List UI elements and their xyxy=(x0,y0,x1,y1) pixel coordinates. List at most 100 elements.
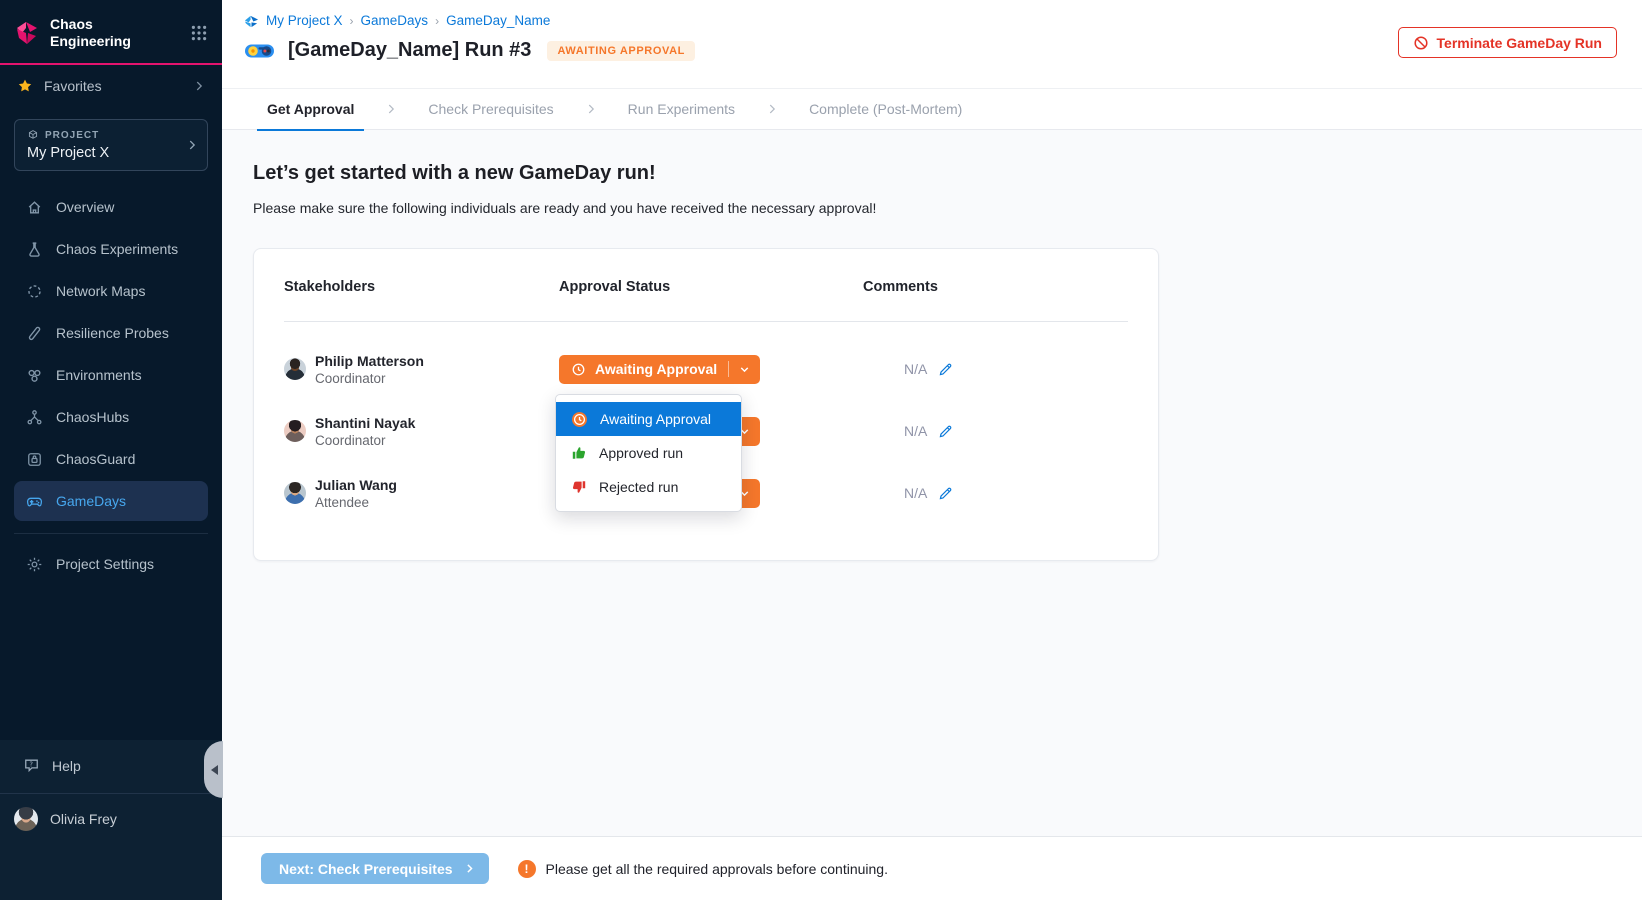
breadcrumb-gameday-name[interactable]: GameDay_Name xyxy=(446,13,550,28)
sidebar-item-help[interactable]: ? Help xyxy=(0,740,222,787)
sidebar-item-project-settings[interactable]: Project Settings xyxy=(14,544,208,584)
tab-get-approval[interactable]: Get Approval xyxy=(257,89,364,130)
page-header: My Project X › GameDays › GameDay_Name [… xyxy=(222,0,1642,88)
chevron-right-icon xyxy=(185,138,199,152)
breadcrumb-gamedays[interactable]: GameDays xyxy=(361,13,429,28)
chevron-right-icon xyxy=(384,102,398,116)
sidebar-item-network-maps[interactable]: Network Maps xyxy=(14,271,208,311)
column-approval-status: Approval Status xyxy=(559,279,863,295)
breadcrumb-separator: › xyxy=(350,14,354,28)
content-heading: Let’s get started with a new GameDay run… xyxy=(253,162,1642,185)
content: Let’s get started with a new GameDay run… xyxy=(222,130,1642,836)
user-profile[interactable]: Olivia Frey xyxy=(0,794,222,831)
stakeholder-role: Coordinator xyxy=(315,433,415,448)
sidebar-item-chaoshubs[interactable]: ChaosHubs xyxy=(14,397,208,437)
comment-cell: N/A xyxy=(863,423,1128,439)
sidebar-item-favorites[interactable]: Favorites xyxy=(0,65,222,105)
stakeholder-role: Attendee xyxy=(315,495,397,510)
sidebar-item-chaosguard[interactable]: ChaosGuard xyxy=(14,439,208,479)
chaos-engineering-logo-icon xyxy=(14,20,40,46)
comment-value: N/A xyxy=(904,485,927,501)
stakeholder-name: Shantini Nayak xyxy=(315,414,415,433)
menu-item-rejected-run[interactable]: Rejected run xyxy=(556,470,741,504)
edit-comment-icon[interactable] xyxy=(938,362,953,377)
breadcrumb: My Project X › GameDays › GameDay_Name xyxy=(244,13,1618,28)
chevron-right-icon xyxy=(192,79,206,93)
stakeholder-name: Philip Matterson xyxy=(315,352,424,371)
thumbs-down-icon xyxy=(571,479,587,495)
hub-network-icon xyxy=(26,409,43,426)
button-divider xyxy=(728,361,729,377)
awaiting-clock-icon xyxy=(571,411,588,428)
tab-run-experiments[interactable]: Run Experiments xyxy=(618,89,745,130)
status-badge: AWAITING APPROVAL xyxy=(547,41,695,61)
avatar xyxy=(284,358,306,380)
star-icon xyxy=(17,78,33,94)
footer-action-bar: Next: Check Prerequisites ! Please get a… xyxy=(222,836,1642,900)
chevron-right-icon xyxy=(765,102,779,116)
comment-value: N/A xyxy=(904,361,927,377)
user-name: Olivia Frey xyxy=(50,811,117,827)
project-name: My Project X xyxy=(27,145,181,161)
environments-icon xyxy=(26,367,43,384)
chevron-down-icon xyxy=(738,363,751,376)
probe-icon xyxy=(26,325,43,342)
sidebar-footer: ? Help Olivia Frey xyxy=(0,740,222,900)
page-title: [GameDay_Name] Run #3 xyxy=(288,39,531,62)
gear-icon xyxy=(26,556,43,573)
cancel-circle-icon xyxy=(1413,35,1429,51)
warning-text: Please get all the required approvals be… xyxy=(546,861,888,877)
table-rows: Philip Matterson Coordinator Awaiting Ap… xyxy=(284,338,1128,524)
brand-name: Chaos Engineering xyxy=(50,16,180,49)
gamepad-color-icon xyxy=(244,41,275,61)
avatar xyxy=(284,482,306,504)
sidebar-item-environments[interactable]: Environments xyxy=(14,355,208,395)
sidebar-item-gamedays[interactable]: GameDays xyxy=(14,481,208,521)
brand: Chaos Engineering xyxy=(0,0,222,65)
comment-cell: N/A xyxy=(863,485,1128,501)
next-check-prerequisites-button[interactable]: Next: Check Prerequisites xyxy=(261,853,489,884)
approval-warning: ! Please get all the required approvals … xyxy=(518,860,888,878)
table-row: Philip Matterson Coordinator Awaiting Ap… xyxy=(284,338,1128,400)
stakeholder: Julian Wang Attendee xyxy=(284,476,559,510)
tab-check-prerequisites[interactable]: Check Prerequisites xyxy=(418,89,563,130)
content-subheading: Please make sure the following individua… xyxy=(253,200,1642,216)
stakeholders-card: Stakeholders Approval Status Comments Ph… xyxy=(253,248,1159,561)
column-stakeholders: Stakeholders xyxy=(284,279,559,295)
project-mini-logo-icon xyxy=(244,13,259,28)
stakeholder: Philip Matterson Coordinator xyxy=(284,352,559,386)
approval-status-dropdown-button[interactable]: Awaiting Approval xyxy=(559,355,760,384)
approval-status-cell: Awaiting Approval xyxy=(559,338,863,400)
menu-item-approved-run[interactable]: Approved run xyxy=(556,436,741,470)
breadcrumb-project[interactable]: My Project X xyxy=(266,13,343,28)
project-selector[interactable]: PROJECT My Project X xyxy=(14,119,208,171)
favorites-label: Favorites xyxy=(44,78,181,94)
main-area: My Project X › GameDays › GameDay_Name [… xyxy=(222,0,1642,900)
comment-value: N/A xyxy=(904,423,927,439)
column-comments: Comments xyxy=(863,279,1128,295)
gamepad-icon xyxy=(26,493,43,510)
stakeholder: Shantini Nayak Coordinator xyxy=(284,414,559,448)
terminate-gameday-run-button[interactable]: Terminate GameDay Run xyxy=(1398,27,1617,58)
table-header: Stakeholders Approval Status Comments xyxy=(284,279,1128,322)
sidebar-collapse-handle[interactable] xyxy=(204,741,223,798)
sidebar-item-chaos-experiments[interactable]: Chaos Experiments xyxy=(14,229,208,269)
sidebar-item-overview[interactable]: Overview xyxy=(14,187,208,227)
sidebar: Chaos Engineering Favorites PROJECT My P… xyxy=(0,0,222,900)
app-grid-icon[interactable] xyxy=(190,24,208,42)
menu-item-awaiting-approval[interactable]: Awaiting Approval xyxy=(556,402,741,436)
stakeholder-role: Coordinator xyxy=(315,371,424,386)
edit-comment-icon[interactable] xyxy=(938,424,953,439)
sidebar-divider xyxy=(14,533,208,534)
thumbs-up-icon xyxy=(571,445,587,461)
approval-status-menu: Awaiting Approval Approved run xyxy=(555,394,742,512)
edit-comment-icon[interactable] xyxy=(938,486,953,501)
cube-icon xyxy=(27,129,39,141)
network-map-icon xyxy=(26,283,43,300)
step-tabs: Get Approval Check Prerequisites Run Exp… xyxy=(222,88,1642,130)
tab-complete-post-mortem[interactable]: Complete (Post-Mortem) xyxy=(799,89,972,130)
project-kicker: PROJECT xyxy=(27,129,181,141)
comment-cell: N/A xyxy=(863,361,1128,377)
sidebar-item-resilience-probes[interactable]: Resilience Probes xyxy=(14,313,208,353)
stakeholder-name: Julian Wang xyxy=(315,476,397,495)
